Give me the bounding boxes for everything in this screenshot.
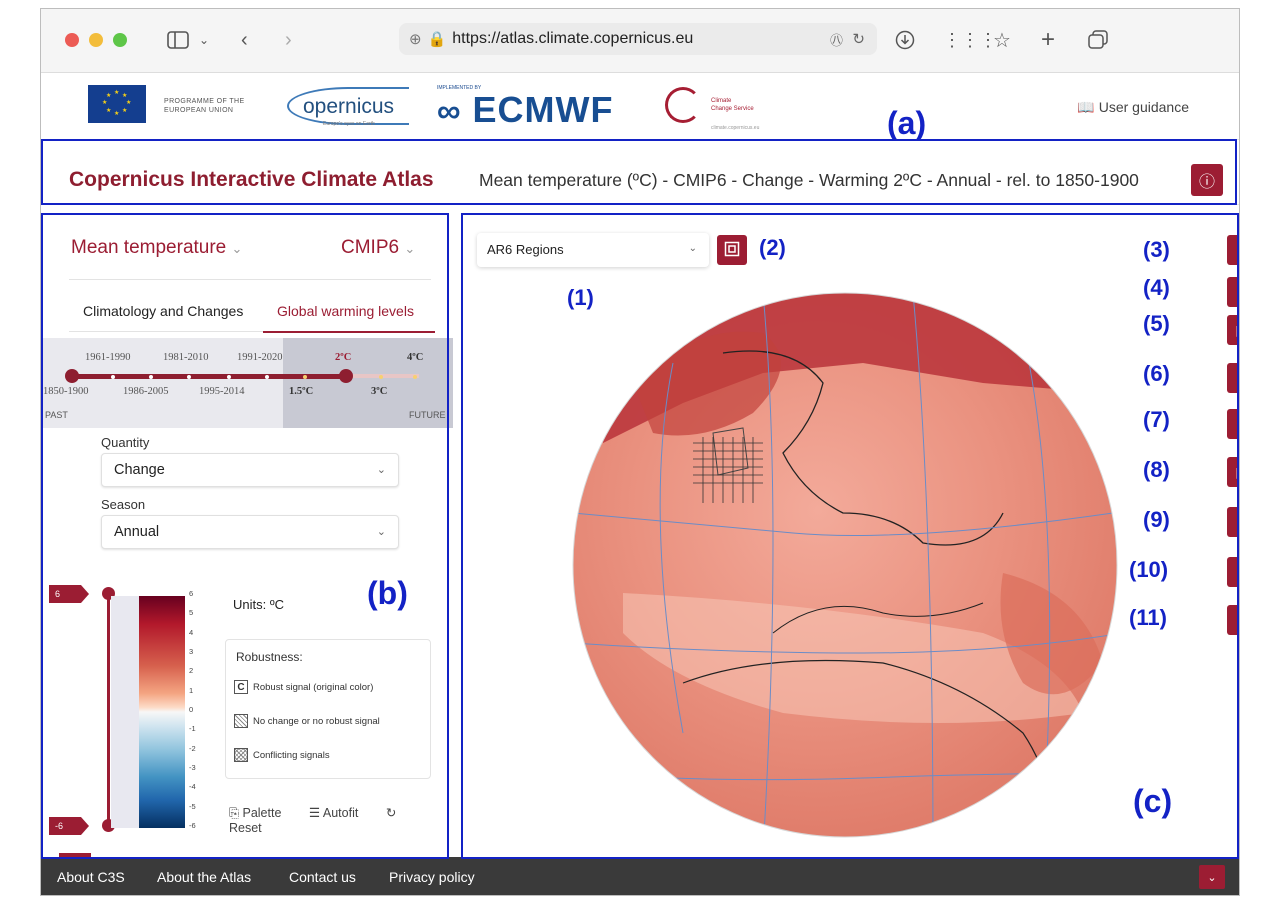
annotation-label-7: (7) — [1143, 407, 1170, 432]
chevron-down-icon: ⌄ — [1207, 871, 1217, 884]
annotation-label-6: (6) — [1143, 361, 1170, 386]
annotation-label-b: (b) — [367, 575, 408, 611]
c3s-url-text: climate.copernicus.eu — [711, 125, 760, 131]
annotation-label-4: (4) — [1143, 275, 1170, 300]
sidebar-icon[interactable] — [163, 26, 193, 54]
logos-bar: ★ ★ ★ ★ ★ ★ ★ ★ PROGRAMME OF THE EUROPEAN UNIO… — [41, 73, 1239, 139]
annotation-label-5: (5) — [1143, 311, 1170, 336]
tabs-overview-icon[interactable] — [1087, 26, 1109, 54]
minimize-window-button[interactable] — [89, 33, 103, 47]
globe-icon: ⊕ — [409, 31, 422, 48]
annotation-box-b — [41, 213, 449, 859]
forward-icon[interactable]: › — [285, 26, 292, 54]
zoom-window-button[interactable] — [113, 33, 127, 47]
lock-icon: 🔒 — [427, 31, 447, 48]
user-guidance-link[interactable]: 📖 User guidance — [1077, 99, 1189, 116]
eu-flag-logo: ★ ★ ★ ★ ★ ★ ★ ★ — [88, 85, 146, 123]
star-icon[interactable]: ☆ — [993, 26, 1011, 54]
annotation-label-11: (11) — [1129, 605, 1167, 630]
download-icon: ⤓ — [1239, 564, 1240, 581]
c3s-logo-text: Climate Change Service — [711, 98, 754, 112]
annotation-box-a — [41, 139, 1237, 205]
annotation-label-8: (8) — [1143, 457, 1170, 482]
address-bar[interactable]: ⊕ 🔒 https://atlas.climate.copernicus.eu … — [399, 23, 877, 55]
footer: About C3S About the Atlas Contact us Pri… — [41, 857, 1239, 895]
footer-link-privacy[interactable]: Privacy policy — [389, 869, 475, 885]
ecmwf-logo[interactable]: ∞ ECMWF — [437, 89, 614, 131]
footer-link-about-atlas[interactable]: About the Atlas — [157, 869, 251, 885]
c3s-logo[interactable] — [665, 87, 701, 123]
download-icon[interactable] — [895, 26, 915, 54]
footer-link-about-c3s[interactable]: About C3S — [57, 869, 125, 885]
close-window-button[interactable] — [65, 33, 79, 47]
new-tab-icon[interactable]: + — [1041, 26, 1055, 54]
apps-grid-icon[interactable]: ⋮⋮⋮ — [943, 26, 997, 54]
reload-icon[interactable]: ↻ — [852, 30, 865, 48]
annotation-label-a: (a) — [887, 105, 927, 141]
book-icon: 📖 — [1077, 99, 1095, 115]
translate-icon[interactable]: ㊇ — [830, 30, 843, 49]
annotation-label-10: (10) — [1129, 557, 1169, 582]
annotation-label-9: (9) — [1143, 507, 1170, 532]
annotation-label-1: (1) — [567, 285, 594, 310]
copernicus-tagline: Europe's eyes on Earth — [323, 121, 375, 127]
url-text: https://atlas.climate.copernicus.eu — [452, 30, 694, 47]
annotation-label-c: (c) — [1133, 783, 1173, 819]
annotation-label-2: (2) — [759, 235, 786, 260]
chevron-down-icon[interactable]: ⌄ — [199, 26, 209, 54]
copernicus-logo[interactable]: opernicus — [287, 87, 409, 125]
eu-programme-text: PROGRAMME OF THE EUROPEAN UNION — [164, 98, 245, 114]
browser-window: ⌄ ‹ › ⊕ 🔒 https://atlas.climate.copernic… — [40, 8, 1240, 896]
footer-link-contact[interactable]: Contact us — [289, 869, 356, 885]
browser-toolbar: ⌄ ‹ › ⊕ 🔒 https://atlas.climate.copernic… — [41, 9, 1239, 73]
back-icon[interactable]: ‹ — [241, 26, 248, 54]
annotation-label-3: (3) — [1143, 237, 1170, 262]
footer-toggle-button[interactable]: ⌄ — [1199, 865, 1225, 889]
